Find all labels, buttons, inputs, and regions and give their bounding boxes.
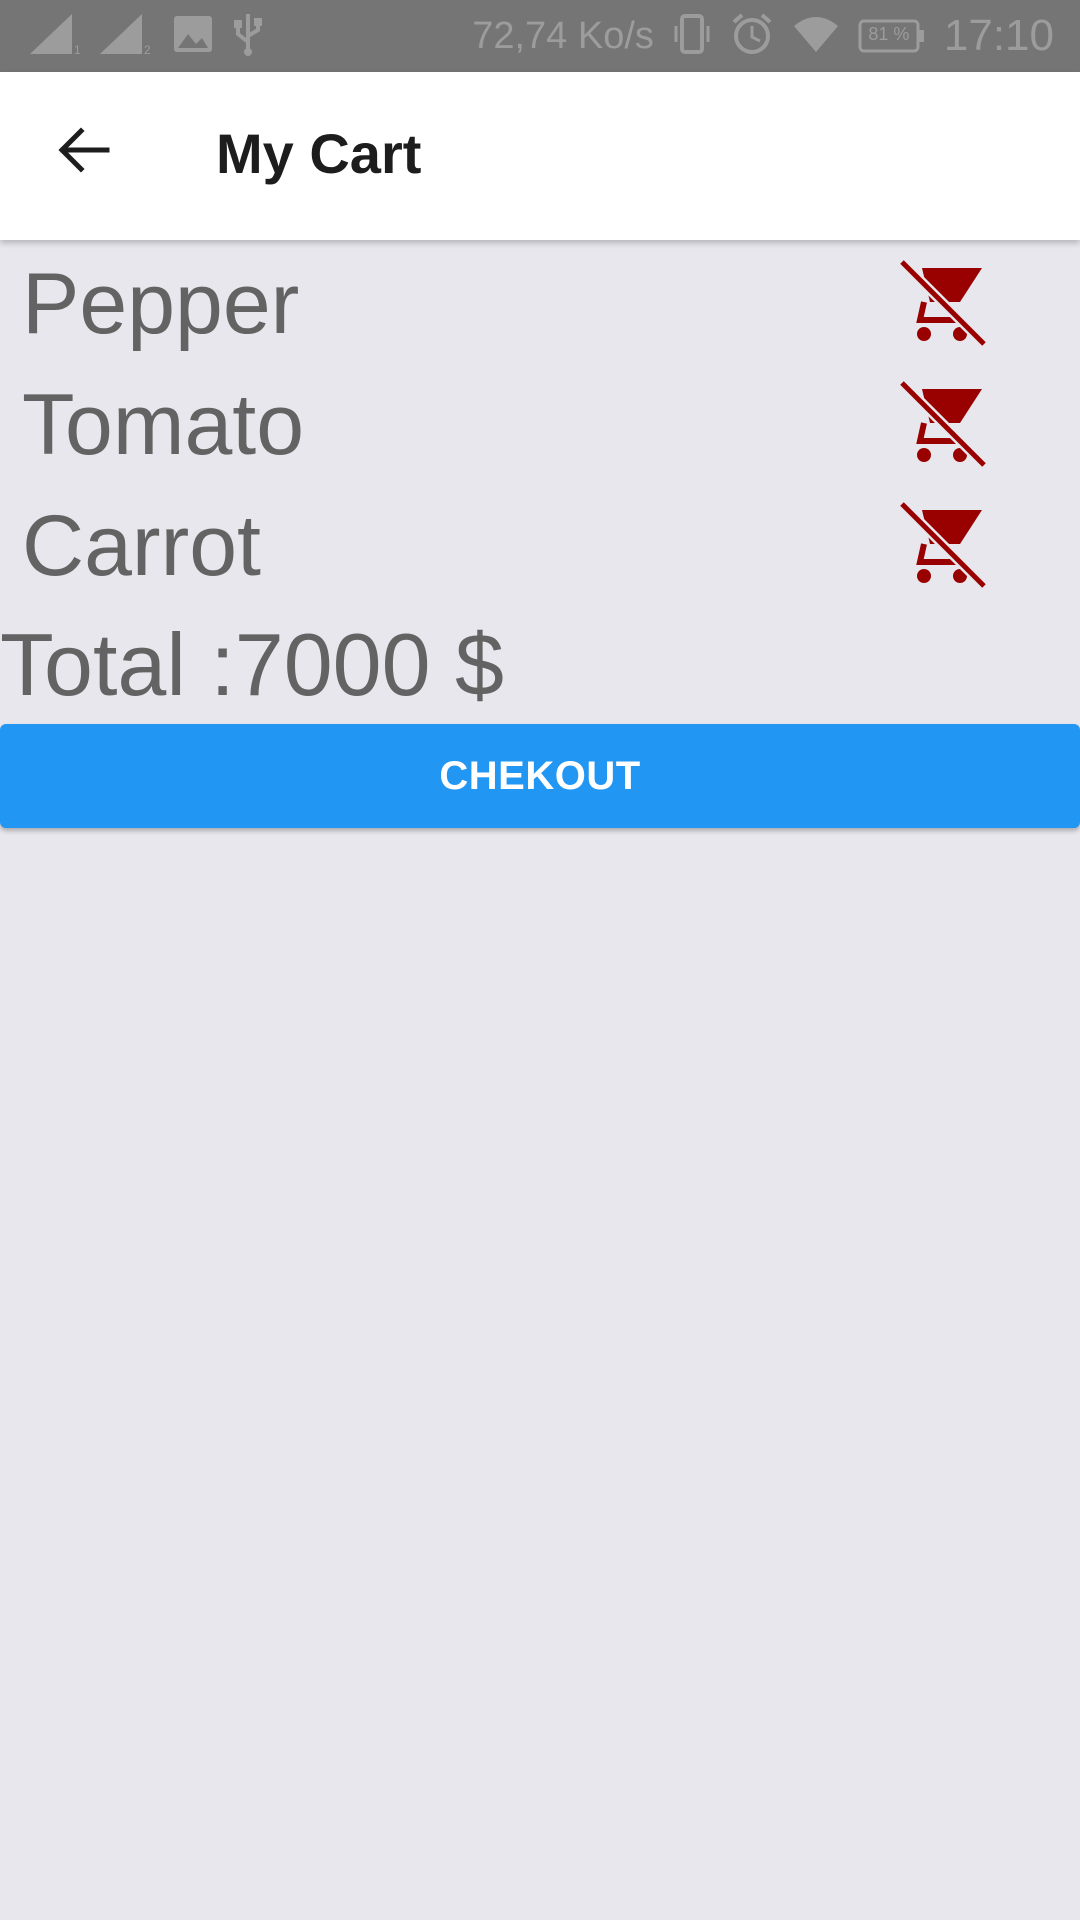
remove-from-cart-button[interactable]	[898, 379, 988, 469]
signal-sim2-icon: 2	[98, 12, 154, 61]
remove-shopping-cart-icon	[898, 379, 988, 473]
back-button[interactable]	[44, 112, 124, 192]
list-item: Carrot	[0, 482, 1080, 603]
cart-total: Total :7000 $	[0, 615, 504, 714]
remove-from-cart-button[interactable]	[898, 258, 988, 348]
status-bar: 1 2 72,74 Ko/s 81 % 17:10	[0, 0, 1080, 72]
status-bar-left: 1 2	[28, 12, 264, 61]
item-name: Pepper	[22, 256, 300, 352]
clock: 17:10	[943, 11, 1054, 60]
status-bar-right: 72,74 Ko/s 81 % 17:10	[472, 10, 1054, 62]
image-notification-icon	[172, 14, 214, 59]
remove-shopping-cart-icon	[898, 258, 988, 352]
alarm-icon	[730, 12, 774, 61]
app-bar: My Cart	[0, 72, 1080, 240]
arrow-left-icon	[57, 126, 111, 179]
svg-text:2: 2	[144, 43, 151, 56]
item-name: Tomato	[22, 377, 305, 473]
svg-text:1: 1	[74, 43, 80, 56]
signal-sim1-icon: 1	[28, 12, 81, 61]
cart-list: Pepper Tomato Carrot	[0, 240, 1080, 603]
remove-shopping-cart-icon	[898, 500, 988, 594]
page-title: My Cart	[216, 122, 422, 185]
vibrate-icon	[672, 12, 712, 61]
checkout-button[interactable]: CHEKOUT	[0, 724, 1080, 828]
wifi-icon	[792, 14, 840, 59]
battery-level: 81 %	[868, 24, 910, 44]
remove-from-cart-button[interactable]	[898, 500, 988, 590]
list-item: Pepper	[0, 240, 1080, 361]
list-item: Tomato	[0, 361, 1080, 482]
item-name: Carrot	[22, 498, 261, 594]
battery-icon: 81 %	[858, 19, 926, 53]
usb-icon	[232, 12, 264, 61]
network-speed: 72,74 Ko/s	[472, 14, 654, 57]
